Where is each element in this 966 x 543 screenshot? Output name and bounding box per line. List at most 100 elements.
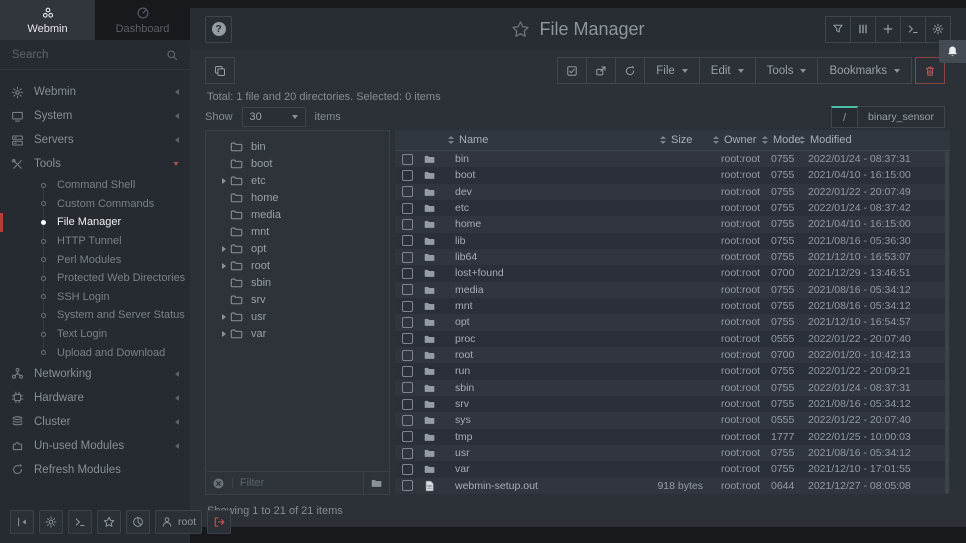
row-checkbox[interactable] bbox=[402, 366, 413, 377]
paste-buffer-button[interactable] bbox=[205, 57, 235, 84]
file-name[interactable]: run bbox=[455, 363, 470, 379]
file-name[interactable]: root bbox=[455, 347, 473, 363]
sidebar-item-file-manager[interactable]: File Manager bbox=[0, 213, 190, 232]
column-header-modified[interactable]: Modified bbox=[799, 130, 852, 150]
file-name[interactable]: lost+found bbox=[455, 265, 504, 281]
row-checkbox[interactable] bbox=[402, 382, 413, 393]
file-name[interactable]: lib64 bbox=[455, 249, 477, 265]
column-header-name[interactable]: Name bbox=[448, 130, 488, 150]
table-row-dev[interactable]: devroot:root07552022/01/22 - 20:07:49 bbox=[395, 184, 950, 200]
page-size-select[interactable]: 30 bbox=[242, 107, 306, 127]
table-row-boot[interactable]: bootroot:root07552021/04/10 - 16:15:00 bbox=[395, 167, 950, 183]
file-name[interactable]: boot bbox=[455, 167, 475, 183]
collapse-sidebar-button[interactable] bbox=[10, 510, 34, 534]
sidebar-item-refresh-modules[interactable]: Refresh Modules bbox=[0, 458, 190, 482]
file-name[interactable]: sys bbox=[455, 412, 471, 428]
file-name[interactable]: home bbox=[455, 216, 481, 232]
sidebar-item-servers[interactable]: Servers bbox=[0, 128, 190, 152]
row-checkbox[interactable] bbox=[402, 154, 413, 165]
table-row-lost-found[interactable]: lost+foundroot:root07002021/12/29 - 13:4… bbox=[395, 265, 950, 281]
menu-file[interactable]: File bbox=[644, 57, 700, 84]
tree-item-boot[interactable]: boot bbox=[206, 155, 389, 172]
tree-item-etc[interactable]: etc bbox=[206, 172, 389, 189]
chevron-right-icon[interactable] bbox=[222, 263, 226, 269]
tree-item-mnt[interactable]: mnt bbox=[206, 223, 389, 240]
sidebar-item-webmin[interactable]: Webmin bbox=[0, 80, 190, 104]
menu-bookmarks[interactable]: Bookmarks bbox=[817, 57, 912, 84]
table-row-usr[interactable]: usrroot:root07552021/08/16 - 05:34:12 bbox=[395, 445, 950, 461]
file-name[interactable]: media bbox=[455, 282, 484, 298]
file-name[interactable]: etc bbox=[455, 200, 469, 216]
tree-item-usr[interactable]: usr bbox=[206, 308, 389, 325]
file-name[interactable]: usr bbox=[455, 445, 470, 461]
sidebar-item-http-tunnel[interactable]: HTTP Tunnel bbox=[0, 232, 190, 251]
file-name[interactable]: webmin-setup.out bbox=[455, 478, 538, 494]
row-checkbox[interactable] bbox=[402, 186, 413, 197]
table-row-srv[interactable]: srvroot:root07552021/08/16 - 05:34:12 bbox=[395, 396, 950, 412]
row-checkbox[interactable] bbox=[402, 252, 413, 263]
row-checkbox[interactable] bbox=[402, 415, 413, 426]
tree-item-home[interactable]: home bbox=[206, 189, 389, 206]
table-scrollbar[interactable] bbox=[945, 151, 949, 494]
row-checkbox[interactable] bbox=[402, 431, 413, 442]
table-row-opt[interactable]: optroot:root07552021/12/10 - 16:54:57 bbox=[395, 314, 950, 330]
row-checkbox[interactable] bbox=[402, 235, 413, 246]
table-row-home[interactable]: homeroot:root07552021/04/10 - 16:15:00 bbox=[395, 216, 950, 232]
tree-item-var[interactable]: var bbox=[206, 325, 389, 342]
columns-button[interactable] bbox=[850, 16, 876, 43]
menu-edit[interactable]: Edit bbox=[699, 57, 756, 84]
tree-item-root[interactable]: root bbox=[206, 257, 389, 274]
file-name[interactable]: opt bbox=[455, 314, 470, 330]
table-row-root[interactable]: rootroot:root07002022/01/20 - 10:42:13 bbox=[395, 347, 950, 363]
row-checkbox[interactable] bbox=[402, 219, 413, 230]
column-header-mode[interactable]: Mode bbox=[762, 130, 801, 150]
table-row-lib[interactable]: libroot:root07552021/08/16 - 05:36:30 bbox=[395, 233, 950, 249]
sidebar-item-text-login[interactable]: Text Login bbox=[0, 325, 190, 344]
export-button[interactable] bbox=[586, 57, 616, 84]
sidebar-item-command-shell[interactable]: Command Shell bbox=[0, 176, 190, 195]
clear-filter-icon[interactable] bbox=[212, 477, 225, 490]
chevron-right-icon[interactable] bbox=[222, 314, 226, 320]
logout-button[interactable] bbox=[207, 510, 231, 534]
tree-item-media[interactable]: media bbox=[206, 206, 389, 223]
row-checkbox[interactable] bbox=[402, 301, 413, 312]
favorite-star-icon[interactable] bbox=[511, 20, 530, 39]
table-row-lib64[interactable]: lib64root:root07552021/12/10 - 16:53:07 bbox=[395, 249, 950, 265]
row-checkbox[interactable] bbox=[402, 284, 413, 295]
filter-button[interactable] bbox=[825, 16, 851, 43]
sidebar-item-perl-modules[interactable]: Perl Modules bbox=[0, 250, 190, 269]
table-row-etc[interactable]: etcroot:root07552022/01/24 - 08:37:42 bbox=[395, 200, 950, 216]
tree-item-opt[interactable]: opt bbox=[206, 240, 389, 257]
refresh-button[interactable] bbox=[615, 57, 645, 84]
file-name[interactable]: proc bbox=[455, 331, 475, 347]
sidebar-item-networking[interactable]: Networking bbox=[0, 362, 190, 386]
row-checkbox[interactable] bbox=[402, 480, 413, 491]
row-checkbox[interactable] bbox=[402, 448, 413, 459]
breadcrumb-current[interactable]: binary_sensor bbox=[858, 106, 945, 128]
row-checkbox[interactable] bbox=[402, 333, 413, 344]
chevron-right-icon[interactable] bbox=[222, 246, 226, 252]
tree-item-srv[interactable]: srv bbox=[206, 291, 389, 308]
chevron-right-icon[interactable] bbox=[222, 331, 226, 337]
add-button[interactable] bbox=[875, 16, 901, 43]
file-name[interactable]: srv bbox=[455, 396, 469, 412]
tree-item-sbin[interactable]: sbin bbox=[206, 274, 389, 291]
file-name[interactable]: dev bbox=[455, 184, 472, 200]
theme-toggle-button[interactable] bbox=[39, 510, 63, 534]
file-name[interactable]: var bbox=[455, 461, 470, 477]
sidebar-item-hardware[interactable]: Hardware bbox=[0, 386, 190, 410]
search-input[interactable] bbox=[12, 49, 166, 61]
tree-item-bin[interactable]: bin bbox=[206, 138, 389, 155]
menu-tools[interactable]: Tools bbox=[755, 57, 819, 84]
tab-dashboard[interactable]: Dashboard bbox=[95, 0, 190, 40]
sidebar-item-cluster[interactable]: Cluster bbox=[0, 410, 190, 434]
select-all-button[interactable] bbox=[557, 57, 587, 84]
row-checkbox[interactable] bbox=[402, 317, 413, 328]
column-header-owner[interactable]: Owner bbox=[713, 130, 756, 150]
sidebar-item-ssh-login[interactable]: SSH Login bbox=[0, 288, 190, 307]
sidebar-item-custom-commands[interactable]: Custom Commands bbox=[0, 195, 190, 214]
sidebar-item-system-and-server-status[interactable]: System and Server Status bbox=[0, 306, 190, 325]
column-header-size[interactable]: Size bbox=[660, 130, 692, 150]
tree-folder-button[interactable] bbox=[363, 472, 383, 494]
table-row-bin[interactable]: binroot:root07552022/01/24 - 08:37:31 bbox=[395, 151, 950, 167]
